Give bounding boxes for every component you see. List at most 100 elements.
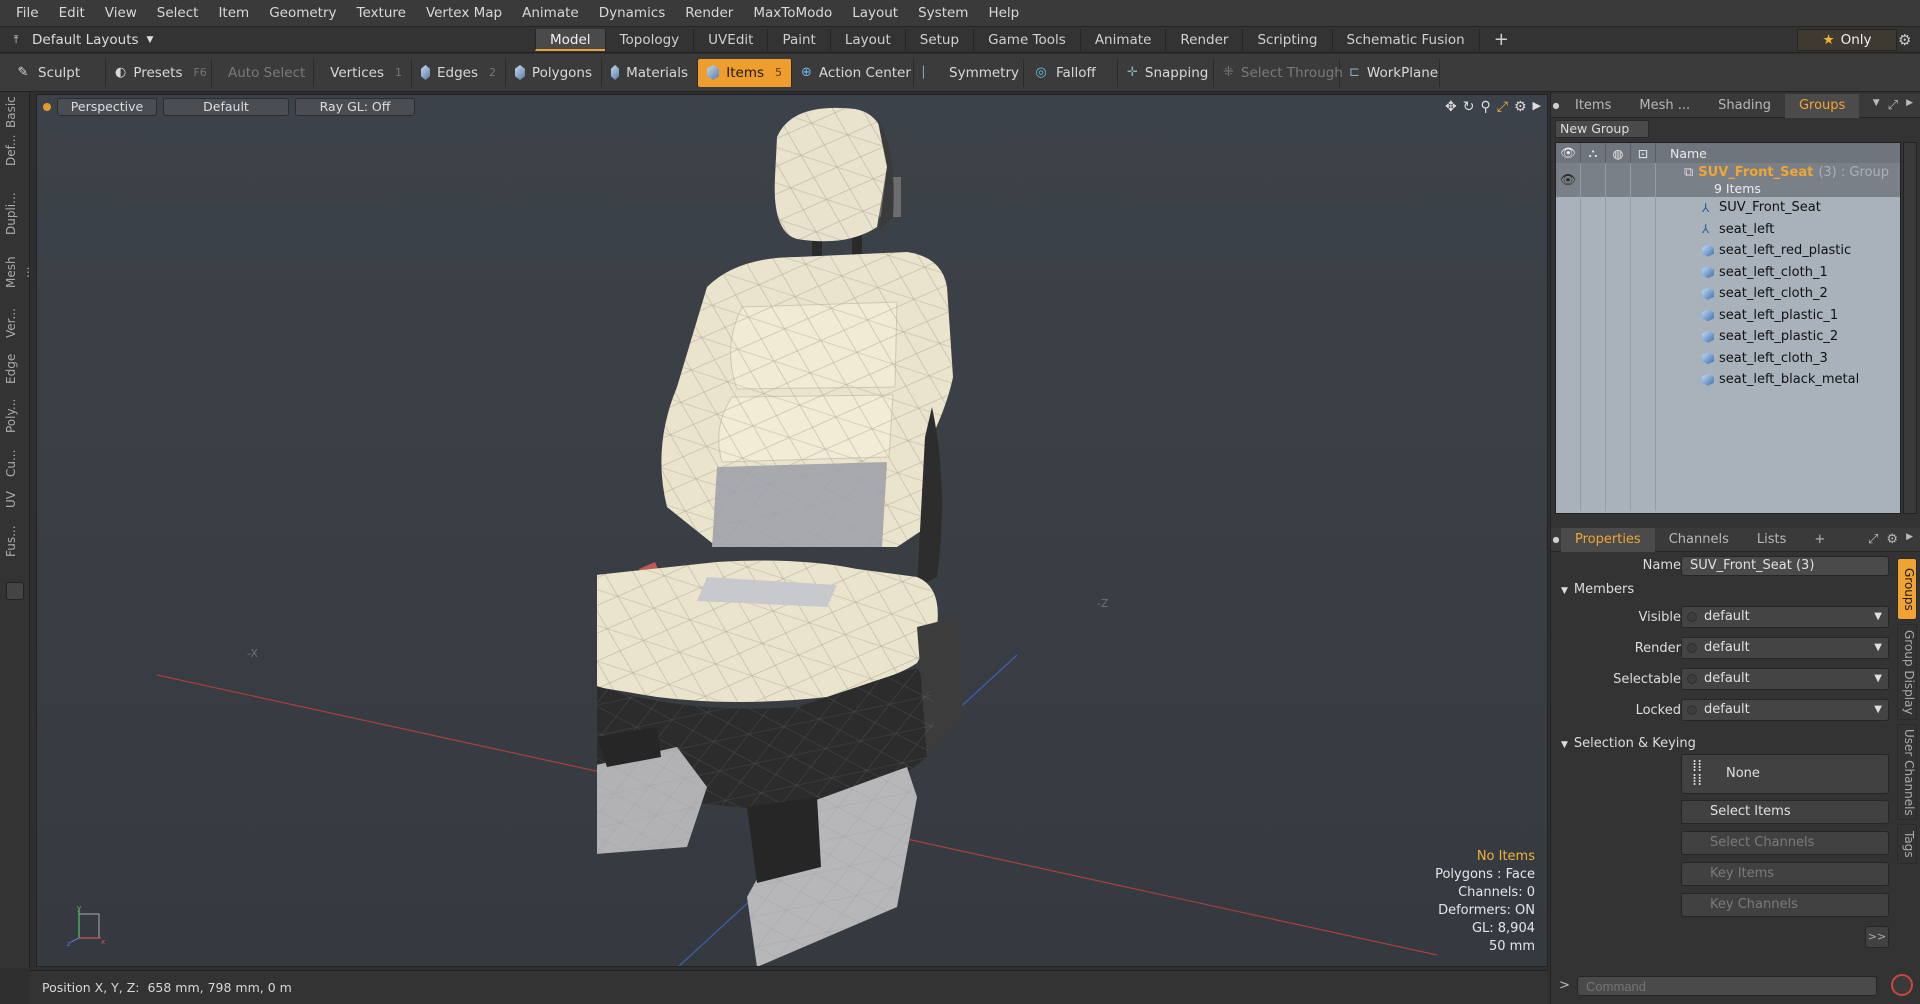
group-row[interactable]: 👁 ⧉ SUV_Front_Seat (3) : Group 9 Items xyxy=(1556,163,1900,197)
gear-icon[interactable]: ⚙ xyxy=(1898,31,1911,49)
symmetry-button[interactable]: ⎸ Symmetry xyxy=(914,58,1024,87)
list-item[interactable]: seat_left_black_metal xyxy=(1556,369,1900,391)
tab-setup[interactable]: Setup xyxy=(904,29,973,51)
tab-groups[interactable]: Groups xyxy=(1784,93,1860,118)
gear-icon[interactable]: ⚙ xyxy=(1886,532,1898,547)
record-icon[interactable] xyxy=(1891,974,1913,996)
menu-edit[interactable]: Edit xyxy=(49,0,95,27)
select-items-button[interactable]: Select Items xyxy=(1681,800,1889,824)
left-tab-deform[interactable]: Def... xyxy=(4,135,26,166)
name-column-header[interactable]: Name xyxy=(1656,146,1707,161)
action-center-button[interactable]: ⊕ Action Center xyxy=(792,58,914,87)
layouts-dropdown[interactable]: ⤒ Default Layouts ▼ xyxy=(8,29,154,51)
list-item[interactable]: seat_left_cloth_1 xyxy=(1556,261,1900,283)
groups-list[interactable]: 👁 ⛬ ◍ ⊡ Name 👁 ⧉ SUV_Front_Seat (3) : Gr… xyxy=(1555,142,1901,514)
menu-vertex-map[interactable]: Vertex Map xyxy=(416,0,512,27)
menu-layout[interactable]: Layout xyxy=(842,0,908,27)
select-through-button[interactable]: ⁜ Select Through xyxy=(1214,58,1343,87)
tab-properties[interactable]: Properties xyxy=(1561,527,1655,552)
selectable-dropdown[interactable]: default ▼ xyxy=(1681,668,1889,690)
tab-channels[interactable]: Channels xyxy=(1655,528,1743,552)
tab-items[interactable]: Items xyxy=(1561,94,1625,118)
select-icon[interactable]: ◍ xyxy=(1606,143,1631,163)
panel-menu-dot[interactable]: ● xyxy=(1551,98,1561,114)
edges-button[interactable]: Edges 2 xyxy=(412,58,506,87)
chevron-down-icon[interactable]: ▼ xyxy=(1873,98,1880,113)
add-tab-button[interactable]: + xyxy=(1478,29,1523,51)
visible-dropdown[interactable]: default ▼ xyxy=(1681,606,1889,628)
workplane-button[interactable]: ⊏ WorkPlane xyxy=(1340,58,1440,87)
command-input[interactable] xyxy=(1577,976,1877,996)
left-tab-duplicate[interactable]: Dupli... xyxy=(4,190,26,238)
menu-render[interactable]: Render xyxy=(675,0,743,27)
key-channels-button[interactable]: Key Channels xyxy=(1681,893,1889,917)
polygons-button[interactable]: Polygons xyxy=(506,58,602,87)
menu-texture[interactable]: Texture xyxy=(347,0,416,27)
list-scrollbar[interactable] xyxy=(1903,142,1917,514)
menu-select[interactable]: Select xyxy=(147,0,209,27)
menu-maxtomodo[interactable]: MaxToModo xyxy=(743,0,842,27)
left-tab-curve[interactable]: Cu... xyxy=(4,448,26,478)
list-item[interactable]: seat_left_plastic_1 xyxy=(1556,304,1900,326)
select-channels-button[interactable]: Select Channels xyxy=(1681,831,1889,855)
expand-arrow-icon[interactable]: ▶ xyxy=(1906,98,1913,113)
tab-mesh[interactable]: Mesh ... xyxy=(1625,94,1704,118)
items-button[interactable]: Items 5 xyxy=(698,58,792,87)
sculpt-button[interactable]: ✎ Sculpt xyxy=(6,58,106,87)
list-item[interactable]: ⅄ seat_left xyxy=(1556,218,1900,240)
menu-help[interactable]: Help xyxy=(978,0,1029,27)
vertices-button[interactable]: Vertices 1 xyxy=(314,58,412,87)
auto-select-button[interactable]: Auto Select xyxy=(212,58,314,87)
lock-icon[interactable]: ⊡ xyxy=(1631,143,1656,163)
maximize-icon[interactable]: ⤢ xyxy=(1888,98,1898,113)
render-toggle[interactable] xyxy=(1581,163,1606,197)
members-section[interactable]: ▼ Members xyxy=(1561,582,1634,597)
tab-render[interactable]: Render xyxy=(1165,29,1242,51)
visibility-toggle[interactable]: 👁 xyxy=(1556,163,1581,197)
menu-view[interactable]: View xyxy=(95,0,147,27)
list-item[interactable]: seat_left_cloth_2 xyxy=(1556,283,1900,305)
tab-scripting[interactable]: Scripting xyxy=(1242,29,1331,51)
expand-arrow-icon[interactable]: ▶ xyxy=(1906,532,1913,547)
tab-lists[interactable]: Lists xyxy=(1743,528,1801,552)
left-tab-edge[interactable]: Edge xyxy=(4,354,26,384)
menu-file[interactable]: File xyxy=(6,0,49,27)
tab-game-tools[interactable]: Game Tools xyxy=(973,29,1080,51)
only-button[interactable]: ★ Only xyxy=(1797,29,1897,51)
left-tab-uv[interactable]: UV xyxy=(4,488,26,512)
left-tab-mesh[interactable]: Mesh ... xyxy=(4,250,32,294)
eye-icon[interactable]: 👁 xyxy=(1556,143,1581,163)
menu-animate[interactable]: Animate xyxy=(512,0,589,27)
side-tab-user-channels[interactable]: User Channels xyxy=(1897,724,1917,820)
falloff-button[interactable]: ◎ Falloff xyxy=(1024,58,1118,87)
tab-layout[interactable]: Layout xyxy=(829,29,905,51)
tab-animate[interactable]: Animate xyxy=(1079,29,1166,51)
side-tab-groups[interactable]: Groups xyxy=(1897,558,1917,620)
more-button[interactable]: >> xyxy=(1865,926,1889,948)
list-item[interactable]: seat_left_cloth_3 xyxy=(1556,347,1900,369)
menu-geometry[interactable]: Geometry xyxy=(259,0,346,27)
panel-menu-dot[interactable]: ● xyxy=(1551,532,1561,548)
group-name-field[interactable]: SUV_Front_Seat (3) xyxy=(1681,556,1889,576)
left-tab-basic[interactable]: Basic xyxy=(4,96,26,128)
snapping-button[interactable]: ✛ Snapping xyxy=(1118,58,1214,87)
selection-keying-section[interactable]: ▼ Selection & Keying xyxy=(1561,736,1696,751)
list-item[interactable]: ⅄ SUV_Front_Seat xyxy=(1556,197,1900,219)
list-item[interactable]: seat_left_red_plastic xyxy=(1556,240,1900,262)
key-items-button[interactable]: Key Items xyxy=(1681,862,1889,886)
tab-uvedit[interactable]: UVEdit xyxy=(693,29,767,51)
tab-schematic-fusion[interactable]: Schematic Fusion xyxy=(1331,29,1479,51)
tab-paint[interactable]: Paint xyxy=(767,29,829,51)
materials-button[interactable]: Materials xyxy=(602,58,698,87)
3d-viewport[interactable]: Perspective Default Ray GL: Off ✥ ↻ ⚲ ⤢ … xyxy=(36,94,1548,967)
left-tab-fusion[interactable]: Fus... xyxy=(4,522,26,560)
tab-topology[interactable]: Topology xyxy=(604,29,694,51)
render-icon[interactable]: ⛬ xyxy=(1581,143,1606,163)
left-panel-toggle[interactable] xyxy=(6,582,24,600)
left-tab-polygon[interactable]: Poly... xyxy=(4,396,26,436)
seat-3d-model[interactable] xyxy=(597,107,1157,967)
menu-system[interactable]: System xyxy=(908,0,978,27)
left-tab-vertex[interactable]: Ver... xyxy=(4,306,26,340)
list-item[interactable]: seat_left_plastic_2 xyxy=(1556,326,1900,348)
side-tab-tags[interactable]: Tags xyxy=(1897,824,1917,864)
